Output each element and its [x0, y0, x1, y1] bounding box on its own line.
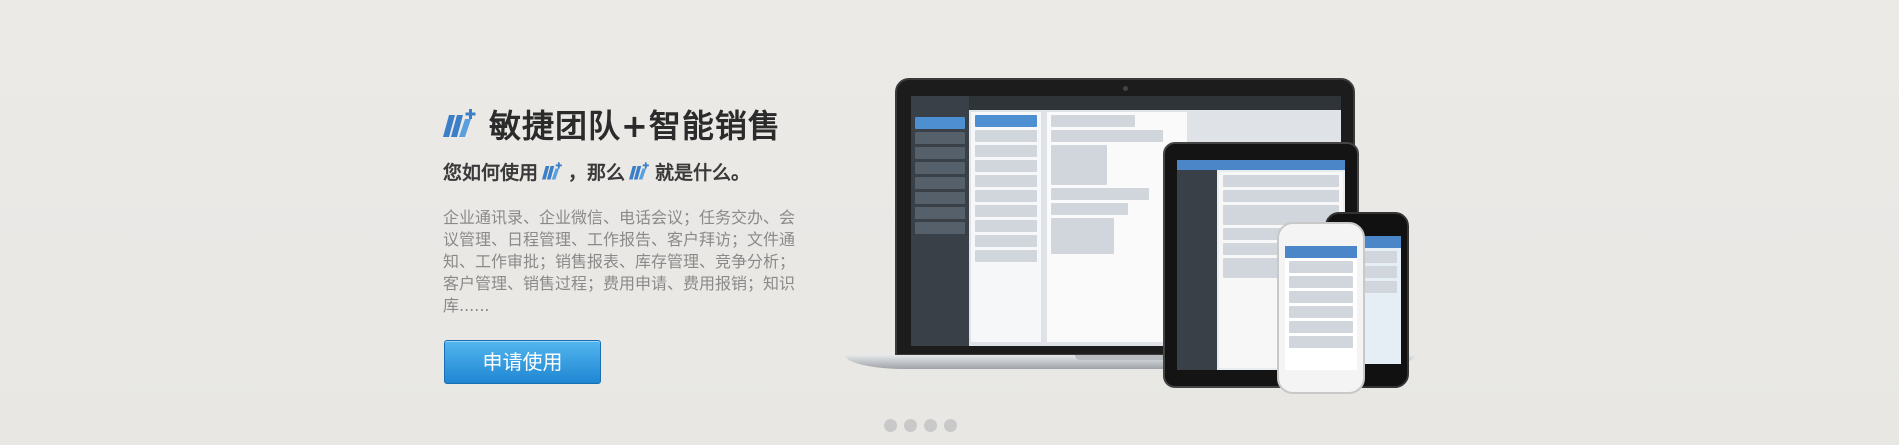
laptop-notch: [1075, 355, 1175, 360]
feature-description: 企业通讯录、企业微信、电话会议；任务交办、会议管理、日程管理、工作报告、客户拜访…: [443, 208, 796, 315]
subline-prefix: 您如何使用: [443, 162, 539, 184]
app-sidebar: [911, 96, 969, 346]
apply-button[interactable]: 申请使用: [444, 340, 601, 384]
carousel-dot[interactable]: [944, 419, 957, 432]
logo-icon: [542, 162, 562, 180]
hero-banner: 敏捷团队+智能销售 您如何使用 ，那么 就是什么。 企业通讯录、企业微信、电话会…: [0, 0, 1899, 445]
subline-suffix: 就是什么。: [655, 162, 751, 184]
hero-text-block: 敏捷团队+智能销售 您如何使用 ，那么 就是什么。 企业通讯录、企业微信、电话会…: [443, 104, 813, 317]
tablet-sidebar: [1177, 170, 1217, 370]
logo-icon: [443, 109, 476, 137]
carousel-dots: [884, 419, 957, 432]
carousel-dot[interactable]: [924, 419, 937, 432]
headline: 敏捷团队+智能销售: [443, 104, 813, 145]
subline-middle: ，那么: [568, 162, 626, 184]
phone-white-mockup: [1277, 222, 1365, 394]
laptop-camera: [1123, 86, 1128, 91]
headline-text: 敏捷团队+智能销售: [489, 107, 781, 145]
app-contact-list: [971, 112, 1041, 342]
logo-icon: [629, 162, 649, 180]
phone-white-screen: [1285, 246, 1357, 370]
carousel-dot[interactable]: [904, 419, 917, 432]
device-mockup-image: [845, 78, 1525, 398]
carousel-dot[interactable]: [884, 419, 897, 432]
tablet-topbar: [1177, 160, 1345, 170]
subline: 您如何使用 ，那么 就是什么。: [443, 158, 813, 185]
app-topbar: [911, 96, 1341, 110]
